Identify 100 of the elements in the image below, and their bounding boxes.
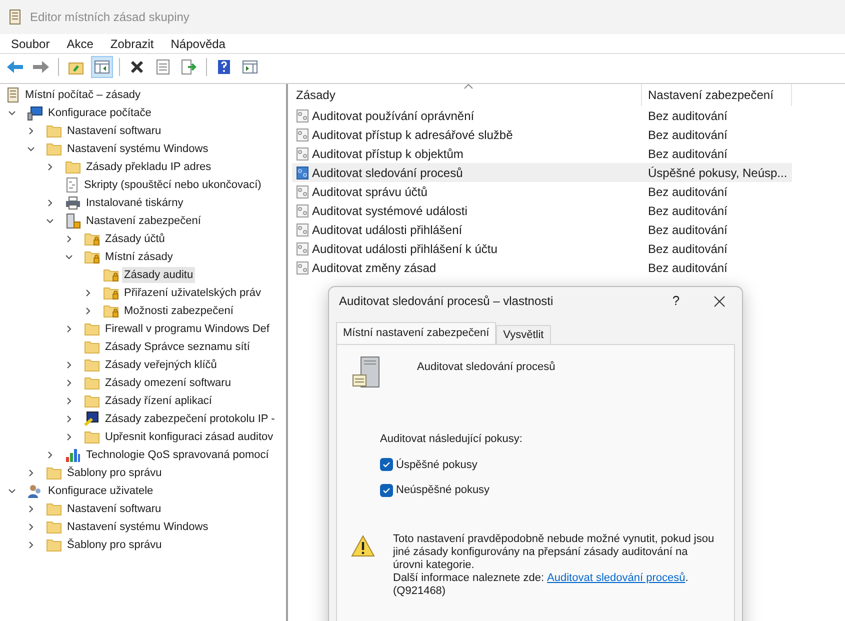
group-label: Auditovat následující pokusy: xyxy=(380,432,524,447)
tree-item[interactable]: Zásady auditu xyxy=(122,267,196,283)
collapse-chevron-icon[interactable] xyxy=(46,217,54,225)
expand-chevron-icon[interactable] xyxy=(46,199,54,207)
table-row[interactable]: Auditovat přístup k adresářové službě Bez auditování xyxy=(292,125,792,144)
collapse-chevron-icon[interactable] xyxy=(8,487,16,495)
checkbox[interactable] xyxy=(380,484,393,497)
tree-item[interactable]: Zásady zabezpečení protokolu IP - xyxy=(103,411,277,427)
monitor-key-icon xyxy=(84,411,100,427)
checkbox-label: Neúspěšné pokusy xyxy=(396,483,490,498)
tree-item[interactable]: Zásady veřejných klíčů xyxy=(103,357,219,373)
menu-item[interactable]: Nápověda xyxy=(170,34,226,52)
policy-link[interactable]: Auditovat sledování procesů xyxy=(547,572,686,584)
folder-icon xyxy=(46,466,62,480)
checkbox-label: Úspěšné pokusy xyxy=(396,458,478,472)
printer-icon xyxy=(65,196,81,210)
expand-chevron-icon[interactable] xyxy=(65,415,73,423)
tree-item[interactable]: Místní zásady xyxy=(103,249,175,265)
tree-item[interactable]: Možnosti zabezpečení xyxy=(122,303,236,319)
expand-chevron-icon[interactable] xyxy=(27,127,35,135)
tree-item[interactable]: Zásady řízení aplikací xyxy=(103,393,214,409)
dialog-tab[interactable]: Vysvětlit xyxy=(496,325,551,344)
tree-item[interactable]: Zásady překladu IP adres xyxy=(84,159,214,175)
menu-item[interactable]: Soubor xyxy=(11,34,50,52)
locked-folder-icon xyxy=(103,268,119,282)
expand-chevron-icon[interactable] xyxy=(65,379,73,387)
locked-folder-icon xyxy=(84,232,100,246)
tree-item[interactable]: Nastavení softwaru xyxy=(65,501,164,517)
policy-name: Auditovat používání oprávnění xyxy=(312,108,474,124)
server-lock-icon xyxy=(65,213,81,229)
scroll-icon xyxy=(8,9,22,25)
policy-name: Auditovat správu účtů xyxy=(312,184,428,200)
tree-item[interactable]: Zásady účtů xyxy=(103,231,167,247)
policy-setting: Úspěšné pokusy, Neúsp... xyxy=(647,164,788,182)
checkmark-icon xyxy=(382,486,391,495)
menu-item[interactable]: Akce xyxy=(66,34,94,52)
pane-toggle-icon[interactable] xyxy=(91,56,113,78)
expand-chevron-icon[interactable] xyxy=(65,325,73,333)
expand-chevron-icon[interactable] xyxy=(65,397,73,405)
tree-item[interactable]: Nastavení softwaru xyxy=(65,123,164,139)
expand-chevron-icon[interactable] xyxy=(65,235,73,243)
expand-chevron-icon[interactable] xyxy=(65,433,73,441)
collapse-chevron-icon[interactable] xyxy=(8,109,16,117)
dialog-tab[interactable]: Místní nastavení zabezpečení xyxy=(336,322,496,344)
expand-chevron-icon[interactable] xyxy=(27,469,35,477)
tree-item[interactable]: Nastavení systému Windows xyxy=(65,519,210,535)
tree-item[interactable]: Místní počítač – zásady xyxy=(23,87,143,103)
column-header[interactable]: Nastavení zabezpečení xyxy=(642,84,792,106)
expand-chevron-icon[interactable] xyxy=(84,307,92,315)
folder-icon xyxy=(84,394,100,408)
policy-name: Auditovat události přihlášení xyxy=(312,222,462,238)
table-row[interactable]: Auditovat změny zásad Bez auditování xyxy=(292,258,792,277)
dialog-title: Auditovat sledování procesů – vlastnosti xyxy=(339,293,554,310)
folder-icon xyxy=(46,502,62,516)
collapse-chevron-icon[interactable] xyxy=(65,253,73,261)
table-row[interactable]: Auditovat události přihlášení k účtu Bez auditování xyxy=(292,239,792,258)
column-header[interactable]: Zásady xyxy=(292,84,642,106)
tree-item[interactable]: Firewall v programu Windows Def xyxy=(103,321,272,337)
tree-item[interactable]: Nastavení systému Windows xyxy=(65,141,210,157)
table-row[interactable]: Auditovat přístup k objektům Bez auditování xyxy=(292,144,792,163)
table-row[interactable]: Auditovat události přihlášení Bez auditování xyxy=(292,220,792,239)
expand-chevron-icon[interactable] xyxy=(84,289,92,297)
folder-icon xyxy=(46,520,62,534)
collapse-chevron-icon[interactable] xyxy=(27,145,35,153)
table-row[interactable]: Auditovat správu účtů Bez auditování xyxy=(292,182,792,201)
expand-chevron-icon[interactable] xyxy=(65,361,73,369)
table-row[interactable]: Auditovat systémové události Bez auditování xyxy=(292,201,792,220)
tree-item[interactable]: Upřesnit konfiguraci zásad auditov xyxy=(103,429,276,445)
tree-item[interactable]: Technologie QoS spravovaná pomocí xyxy=(84,447,271,463)
tree-item[interactable]: Konfigurace počítače xyxy=(46,105,154,121)
expand-chevron-icon[interactable] xyxy=(27,505,35,513)
folder-icon xyxy=(84,340,100,354)
tree-item[interactable]: Zásady omezení softwaru xyxy=(103,375,233,391)
policy-name: Auditovat přístup k objektům xyxy=(312,146,464,162)
table-row[interactable]: Auditovat používání oprávnění Bez auditování xyxy=(292,106,792,125)
table-row[interactable]: Auditovat sledování procesů Úspěšné pokusy, Neúsp... xyxy=(292,163,792,182)
tree-item[interactable]: Nastavení zabezpečení xyxy=(84,213,203,229)
script-icon xyxy=(65,177,79,193)
checkbox[interactable] xyxy=(380,458,393,472)
tree-item[interactable]: Přiřazení uživatelských práv xyxy=(122,285,263,301)
folder-icon xyxy=(84,322,100,336)
article-code: (Q921468) xyxy=(393,584,447,598)
expand-chevron-icon[interactable] xyxy=(46,163,54,171)
menu-item[interactable]: Zobrazit xyxy=(110,34,154,52)
policy-setting: Bez auditování xyxy=(647,240,728,258)
tree-item[interactable]: Šablony pro správu xyxy=(65,537,164,553)
expand-chevron-icon[interactable] xyxy=(46,451,54,459)
expand-chevron-icon[interactable] xyxy=(27,541,35,549)
warning-text: Toto nastavení pravděpodobně nebude možné vynutit, pokud jsou jiné zásady konfigurovány na přepsání zásady auditování na úrovni kategorie. xyxy=(393,532,716,572)
expand-chevron-icon[interactable] xyxy=(27,523,35,531)
tree-item[interactable]: Šablony pro správu xyxy=(65,465,164,481)
help-button[interactable]: ? xyxy=(656,287,696,315)
tree-item[interactable]: Konfigurace uživatele xyxy=(46,483,156,499)
tree-item[interactable]: Instalované tiskárny xyxy=(84,195,186,211)
tree-item[interactable]: Zásady Správce seznamu sítí xyxy=(103,339,252,355)
tree-item[interactable]: Skripty (spouštěcí nebo ukončovací) xyxy=(82,177,264,193)
folder-icon xyxy=(65,160,81,174)
policy-setting: Bez auditování xyxy=(647,222,728,238)
policy-name: Auditovat změny zásad xyxy=(312,260,436,276)
policy-setting: Bez auditování xyxy=(647,126,728,144)
